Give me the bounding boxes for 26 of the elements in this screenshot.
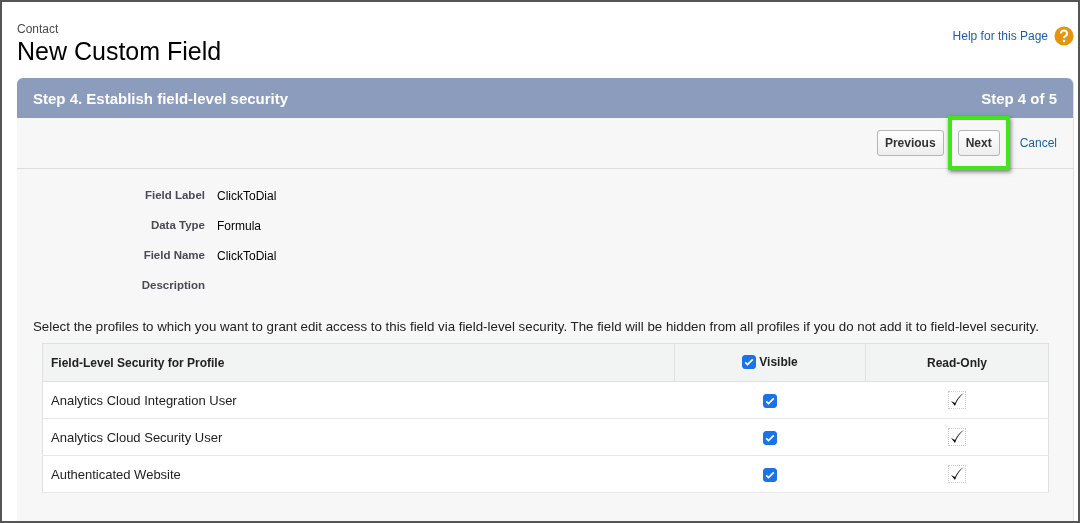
next-button[interactable]: Next xyxy=(957,130,1000,156)
profile-name: Authenticated Website xyxy=(42,455,675,493)
column-header: Visible xyxy=(759,354,798,369)
field-label: Field Label xyxy=(143,189,205,203)
help-link[interactable]: Help for this Page xyxy=(952,29,1048,43)
instructions: Select the profiles to which you want to grant edit access to this field via field-level security. The field will be hidden from all profiles if you do not add it to field-level security. xyxy=(32,318,1040,334)
column-header: Field-Level Security for Profile xyxy=(42,343,675,382)
column-header: Read-Only xyxy=(865,343,1049,382)
cancel-link[interactable]: Cancel xyxy=(1019,136,1057,150)
field-label: Data Type xyxy=(149,219,205,233)
visible-checkbox[interactable] xyxy=(763,467,777,482)
help-icon[interactable] xyxy=(1054,26,1074,46)
visible-checkbox[interactable] xyxy=(763,430,777,445)
field-label: Description xyxy=(140,279,205,291)
field-value: Formula xyxy=(217,219,262,233)
profile-name: Analytics Cloud Integration User xyxy=(42,381,675,419)
step-title: Step 4. Establish field-level security xyxy=(33,89,289,107)
previous-button[interactable]: Previous xyxy=(876,130,944,156)
select-all-checkbox[interactable] xyxy=(742,354,757,369)
field-value: ClickToDial xyxy=(217,189,278,203)
visible-checkbox[interactable] xyxy=(763,393,777,408)
page-title: New Custom Field xyxy=(17,37,222,66)
profile-name: Analytics Cloud Security User xyxy=(42,418,675,456)
object-name: Contact xyxy=(17,22,60,36)
field-label: Field Name xyxy=(142,249,205,263)
field-value: ClickToDial xyxy=(217,249,278,263)
